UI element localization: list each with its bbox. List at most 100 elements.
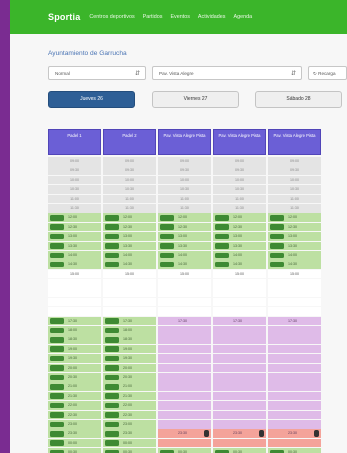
time-slot[interactable]: 14:00 [268, 250, 321, 260]
time-slot[interactable]: 00:00 [103, 438, 156, 448]
time-slot[interactable]: 12:30 [268, 222, 321, 232]
book-slot-button[interactable] [215, 233, 229, 240]
book-slot-button[interactable] [50, 440, 64, 446]
book-slot-button[interactable] [105, 430, 119, 437]
time-slot[interactable]: 13:30 [103, 241, 156, 251]
time-slot[interactable] [268, 354, 321, 363]
nav-item-partidos[interactable]: Partidos [143, 14, 163, 20]
book-slot-button[interactable] [105, 355, 119, 362]
time-slot[interactable]: 23:30 [48, 429, 101, 438]
time-slot[interactable] [268, 326, 321, 335]
book-slot-button[interactable] [270, 224, 284, 230]
time-slot[interactable]: 20:00 [48, 363, 101, 373]
time-slot[interactable] [158, 363, 211, 373]
time-slot[interactable]: 15:00 [48, 269, 101, 279]
time-slot[interactable] [268, 335, 321, 345]
time-slot[interactable]: 21:00 [48, 382, 101, 391]
time-slot[interactable]: 17:30 [268, 316, 321, 326]
time-slot[interactable]: 17:30 [48, 316, 101, 326]
time-slot[interactable]: 20:30 [48, 372, 101, 382]
book-slot-button[interactable] [270, 252, 284, 259]
time-slot[interactable] [158, 326, 211, 335]
time-slot[interactable]: 12:00 [213, 213, 266, 222]
time-slot[interactable] [213, 344, 266, 354]
time-slot[interactable]: 21:30 [103, 391, 156, 401]
time-slot[interactable]: 12:30 [48, 222, 101, 232]
book-slot-button[interactable] [215, 243, 229, 249]
time-slot[interactable] [213, 438, 266, 448]
book-slot-button[interactable] [105, 402, 119, 409]
time-slot[interactable] [48, 297, 101, 307]
time-slot[interactable]: 13:00 [103, 232, 156, 241]
time-slot[interactable] [268, 401, 321, 410]
book-slot-button[interactable] [50, 233, 64, 240]
time-slot[interactable] [268, 297, 321, 307]
time-slot[interactable] [213, 401, 266, 410]
book-slot-button[interactable] [160, 243, 174, 249]
time-slot[interactable]: 14:00 [158, 250, 211, 260]
book-slot-button[interactable] [270, 243, 284, 249]
time-slot[interactable]: 13:00 [268, 232, 321, 241]
book-slot-button[interactable] [270, 214, 284, 221]
book-slot-button[interactable] [160, 214, 174, 221]
book-slot-button[interactable] [50, 430, 64, 437]
edit-booking-icon[interactable] [259, 429, 264, 438]
time-slot[interactable] [268, 279, 321, 288]
time-slot[interactable]: 13:00 [158, 232, 211, 241]
book-slot-button[interactable] [105, 374, 119, 381]
time-slot[interactable] [158, 288, 211, 298]
time-slot[interactable]: 17:30 [103, 316, 156, 326]
time-slot[interactable]: 13:00 [48, 232, 101, 241]
time-slot[interactable] [213, 354, 266, 363]
time-slot[interactable] [158, 279, 211, 288]
time-slot[interactable] [213, 382, 266, 391]
time-slot[interactable]: 23:30 [103, 429, 156, 438]
register-button[interactable]: ↻ Recarga [308, 66, 347, 80]
time-slot[interactable]: 23:30 [158, 429, 211, 438]
time-slot[interactable]: 12:00 [268, 213, 321, 222]
book-slot-button[interactable] [160, 233, 174, 240]
time-slot[interactable] [268, 288, 321, 298]
book-slot-button[interactable] [105, 327, 119, 334]
time-slot[interactable]: 14:00 [213, 250, 266, 260]
time-slot[interactable]: 18:30 [103, 335, 156, 345]
time-slot[interactable]: 18:00 [48, 326, 101, 335]
time-slot[interactable] [268, 410, 321, 420]
time-slot[interactable] [268, 344, 321, 354]
time-slot[interactable] [213, 372, 266, 382]
time-slot[interactable]: 14:30 [158, 260, 211, 269]
time-slot[interactable]: 12:00 [103, 213, 156, 222]
time-slot[interactable]: 22:00 [103, 401, 156, 410]
time-slot[interactable]: 15:00 [103, 269, 156, 279]
book-slot-button[interactable] [105, 233, 119, 240]
book-slot-button[interactable] [50, 393, 64, 399]
nav-item-agenda[interactable]: Agenda [234, 14, 253, 20]
time-slot[interactable]: 22:30 [48, 410, 101, 420]
time-slot[interactable]: 13:30 [48, 241, 101, 251]
time-slot[interactable] [158, 419, 211, 429]
edit-booking-icon[interactable] [204, 429, 209, 438]
time-slot[interactable] [213, 288, 266, 298]
time-slot[interactable]: 00:30 [158, 448, 211, 453]
time-slot[interactable] [158, 335, 211, 345]
brand-logo[interactable]: Sportia [48, 12, 80, 22]
time-slot[interactable] [213, 391, 266, 401]
book-slot-button[interactable] [105, 318, 119, 324]
book-slot-button[interactable] [50, 365, 64, 371]
time-slot[interactable]: 18:30 [48, 335, 101, 345]
time-slot[interactable] [158, 372, 211, 382]
time-slot[interactable]: 12:30 [158, 222, 211, 232]
time-slot[interactable] [48, 307, 101, 316]
day-next-button[interactable]: Sábado 28 [255, 91, 342, 108]
book-slot-button[interactable] [105, 261, 119, 268]
time-slot[interactable] [213, 410, 266, 420]
time-slot[interactable]: 14:30 [213, 260, 266, 269]
time-slot[interactable] [103, 307, 156, 316]
book-slot-button[interactable] [105, 440, 119, 446]
time-slot[interactable]: 13:30 [213, 241, 266, 251]
time-slot[interactable] [213, 419, 266, 429]
time-slot[interactable]: 23:30 [268, 429, 321, 438]
day-current-button[interactable]: Jueves 26 [48, 91, 135, 108]
time-slot[interactable]: 21:00 [103, 382, 156, 391]
time-slot[interactable] [213, 307, 266, 316]
